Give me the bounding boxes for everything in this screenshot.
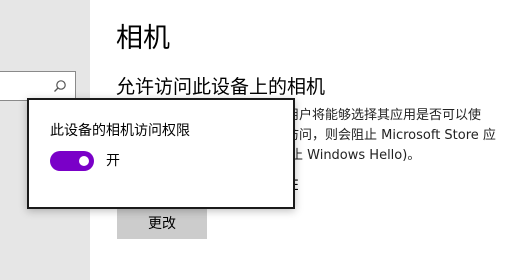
search-icon — [54, 80, 66, 92]
search-input[interactable] — [0, 71, 76, 101]
popup-title: 此设备的相机访问权限 — [50, 123, 190, 139]
description-line-3: 止 Windows Hello)。 — [290, 148, 421, 163]
section-heading: 允许访问此设备上的相机 — [116, 76, 326, 98]
toggle-knob — [79, 156, 89, 166]
camera-access-toggle[interactable] — [50, 151, 94, 171]
camera-access-popup: 此设备的相机访问权限 开 — [27, 98, 295, 209]
description-line-2: 访问，则会阻止 Microsoft Store 应 — [286, 128, 496, 143]
toggle-state-label: 开 — [106, 153, 120, 169]
description-line-1: 用户将能够选择其应用是否可以使 — [286, 108, 482, 123]
page-title: 相机 — [116, 23, 170, 54]
change-button[interactable]: 更改 — [117, 207, 207, 239]
